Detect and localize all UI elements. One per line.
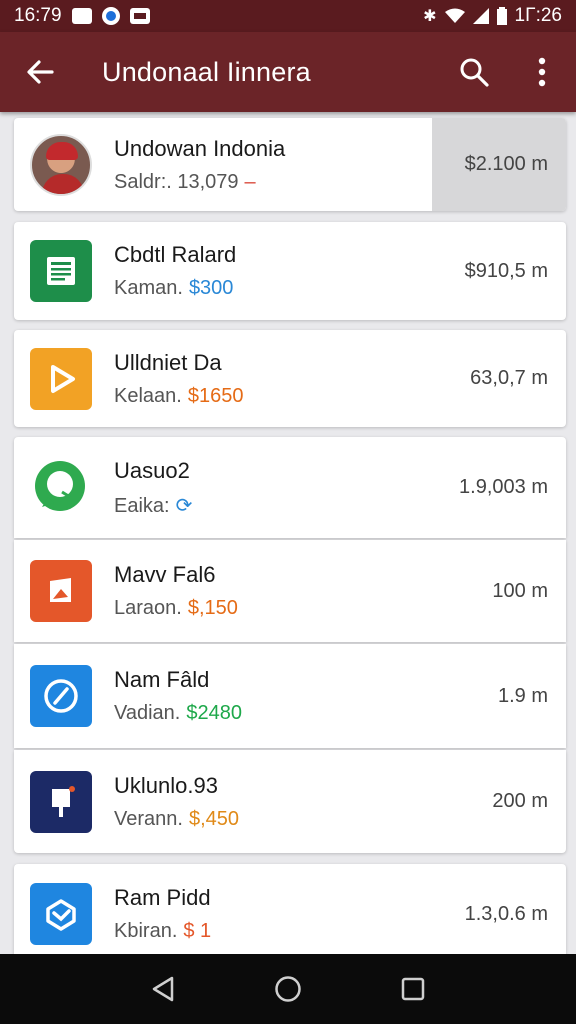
message-notification-icon — [71, 8, 92, 24]
signal-icon — [472, 8, 489, 24]
item-subtitle: Saldr:. 13,079– — [114, 171, 285, 194]
item-subtitle: Kaman. $300 — [114, 277, 236, 300]
item-sub-label: Eaika: — [114, 494, 170, 517]
item-amount: 1.9,003 m — [459, 476, 548, 498]
item-amount: $910,5 m — [464, 259, 548, 282]
image-notification-icon — [129, 8, 150, 24]
item-name: Ulldniet Da — [114, 349, 222, 375]
item-subtitle: Eaika: ⟳ — [114, 493, 192, 518]
item-highlight: – — [244, 170, 256, 193]
item-highlight: ⟳ — [175, 494, 193, 517]
wifi-icon — [444, 8, 465, 23]
item-sub-label: Laraon. — [114, 597, 182, 619]
profile-avatar — [30, 133, 92, 196]
item-highlight: $2480 — [186, 702, 242, 724]
item-highlight: $1650 — [187, 384, 244, 407]
item-sub-label: Kaman. — [114, 277, 183, 299]
item-name: Uasuo2 — [114, 457, 190, 483]
bluetooth-icon: ✱ — [423, 8, 437, 25]
play-icon — [30, 347, 92, 410]
photo-icon — [30, 560, 92, 622]
list-item[interactable]: Nam Fâld Vadian. $2480 1.9 m — [14, 644, 566, 748]
item-subtitle: Verann. $,450 — [114, 808, 239, 831]
status-bar: 16:79 ✱ 1Γ:26 — [0, 0, 576, 32]
item-sub-label: Kbiran. — [114, 920, 178, 942]
nav-home-icon — [275, 976, 301, 1002]
nav-recents-button[interactable] — [383, 959, 443, 1019]
nav-home-button[interactable] — [258, 959, 318, 1019]
nav-back-button[interactable] — [133, 959, 193, 1019]
compass-icon — [30, 665, 92, 727]
item-name: Nam Fâld — [114, 667, 210, 692]
item-amount: 100 m — [492, 579, 548, 602]
flag-icon — [30, 770, 92, 833]
app-bar: Undonaal Iinnera — [0, 32, 576, 112]
status-time: 16:79 — [14, 5, 62, 26]
list-item[interactable]: Uasuo2 Eaika: ⟳ 1.9,003 m — [14, 437, 566, 538]
item-highlight: $300 — [188, 277, 234, 299]
list-item[interactable]: Ram Pidd Kbiran. $ 1 1.3,0.6 m — [14, 864, 566, 954]
battery-icon — [496, 7, 507, 25]
list-item[interactable]: Undowan Indonia Saldr:. 13,079– $2.100 m — [14, 118, 566, 211]
item-amount: 200 m — [492, 790, 548, 812]
arrow-back-icon — [27, 60, 54, 84]
list-item[interactable]: Mavv Fal6 Laraon. $,150 100 m — [14, 540, 566, 642]
item-sub-label: Kelaan. — [114, 384, 182, 407]
item-subtitle: Laraon. $,150 — [114, 597, 238, 620]
list-item[interactable]: Ulldniet Da Kelaan. $1650 63,0,7 m — [14, 330, 566, 427]
search-button[interactable] — [440, 32, 508, 112]
chat-bubble-icon — [30, 457, 92, 519]
item-name: Undowan Indonia — [114, 135, 286, 161]
item-name: Cbdtl Ralard — [114, 242, 237, 267]
item-highlight: $,450 — [188, 807, 240, 830]
item-subtitle: Vadian. $2480 — [114, 702, 242, 725]
item-amount: 63,0,7 m — [470, 367, 548, 389]
status-time-right: 1Γ:26 — [514, 5, 562, 26]
box-icon — [30, 883, 92, 945]
system-nav-bar — [0, 954, 576, 1024]
item-name: Ram Pidd — [114, 885, 211, 910]
account-list: Undowan Indonia Saldr:. 13,079– $2.100 m… — [0, 112, 576, 954]
search-icon — [460, 58, 489, 87]
item-highlight: $,150 — [187, 597, 238, 619]
item-sub-label: Verann. — [114, 807, 183, 830]
item-subtitle: Kelaan. $1650 — [114, 385, 243, 408]
item-sub-label: Vadian. — [114, 702, 181, 724]
list-item[interactable]: Cbdtl Ralard Kaman. $300 $910,5 m — [14, 222, 566, 320]
item-sub-label: Saldr:. 13,079 — [114, 170, 239, 193]
item-name: Uklunlo.93 — [114, 772, 218, 798]
nav-recents-icon — [402, 977, 425, 1001]
item-name: Mavv Fal6 — [114, 562, 216, 587]
item-subtitle: Kbiran. $ 1 — [114, 920, 211, 943]
item-amount: 1.3,0.6 m — [464, 902, 548, 925]
back-button[interactable] — [0, 32, 80, 112]
nav-back-icon — [152, 976, 173, 1002]
list-item[interactable]: Uklunlo.93 Verann. $,450 200 m — [14, 750, 566, 853]
more-vert-icon — [538, 57, 546, 87]
item-amount: $2.100 m — [464, 153, 548, 175]
sheets-icon — [30, 240, 92, 302]
page-title: Undonaal Iinnera — [102, 56, 311, 87]
item-highlight: $ 1 — [183, 920, 212, 942]
overflow-menu-button[interactable] — [508, 32, 576, 112]
item-amount: 1.9 m — [497, 684, 548, 707]
app-notification-icon — [101, 7, 120, 25]
